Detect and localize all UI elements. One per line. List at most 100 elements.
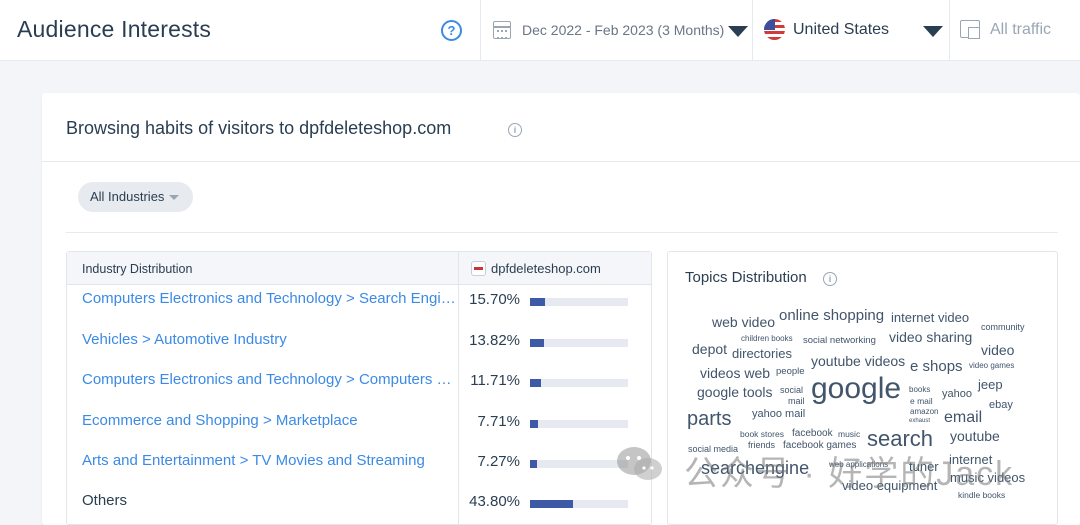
topic-word[interactable]: children books [741,335,793,343]
industry-link[interactable]: Arts and Entertainment > TV Movies and S… [82,452,456,469]
topic-word[interactable]: social networking [803,336,876,346]
industry-filter-label: All Industries [90,189,165,204]
industry-share: 7.27% [477,453,520,470]
topic-word[interactable]: youtube videos [811,354,905,368]
share-bar-fill [530,500,573,508]
topic-word[interactable]: videos web [700,366,770,380]
industry-filter-dropdown[interactable]: All Industries [78,182,193,212]
country-dropdown[interactable]: United States [752,0,949,61]
calendar-icon [493,21,511,39]
industry-share: 13.82% [469,332,520,349]
industry-share: 15.70% [469,291,520,308]
date-range-dropdown[interactable]: Dec 2022 - Feb 2023 (3 Months) [480,0,752,61]
topic-word[interactable]: web applications [829,461,888,469]
share-bar [530,460,628,468]
industry-distribution-table: Industry Distribution dpfdeleteshop.com … [66,251,652,525]
topic-word[interactable]: facebook [792,429,833,439]
traffic-dropdown[interactable]: All traffic [949,0,1080,61]
topic-word[interactable]: yahoo [942,389,972,400]
share-bar [530,379,628,387]
topic-word[interactable]: video games [969,362,1014,370]
share-bar [530,420,628,428]
topic-word[interactable]: internet video [891,311,969,324]
industry-link[interactable]: Vehicles > Automotive Industry [82,331,456,348]
traffic-value: All traffic [990,21,1052,38]
share-bar [530,339,628,347]
topic-word[interactable]: search [867,428,933,450]
topic-word[interactable]: web video [712,315,775,329]
topic-word[interactable]: video [981,343,1014,357]
industry-label: Others [82,492,128,509]
topic-word[interactable]: e shops [910,359,963,374]
chevron-down-icon [728,26,748,37]
share-bar-fill [530,339,544,347]
topic-word[interactable]: people [776,367,805,377]
table-row: Vehicles > Automotive Industry 13.82% [67,331,651,371]
topic-word[interactable]: internet [949,453,992,466]
topic-word[interactable]: video equipment [842,479,937,492]
topics-distribution-panel: Topics Distribution i web video online s… [667,251,1058,525]
topic-word[interactable]: yahoo mail [752,409,805,420]
industry-share: 43.80% [469,493,520,510]
topic-word[interactable]: exhaust [909,418,930,424]
topic-word[interactable]: online shopping [779,308,884,323]
site-favicon-icon [471,261,486,276]
topic-word[interactable]: music [838,430,860,439]
topic-word[interactable]: e mail [910,397,933,406]
topic-word[interactable]: community [981,323,1025,332]
traffic-source-icon [960,20,980,39]
page-title: Audience Interests [17,16,212,42]
share-bar-fill [530,420,538,428]
industry-link[interactable]: Ecommerce and Shopping > Marketplace [82,412,456,429]
topic-word[interactable]: depot [692,342,727,356]
topic-word[interactable]: searchengine [701,459,809,477]
help-icon[interactable]: ? [441,20,462,41]
share-bar-fill [530,460,538,468]
topic-word[interactable]: music videos [950,471,1025,484]
topic-word[interactable]: social [780,386,803,395]
divider [66,232,1058,233]
topics-title: Topics Distribution [685,269,807,286]
topic-word[interactable]: google [811,374,901,404]
share-bar-fill [530,298,546,306]
topic-word[interactable]: friends [748,441,775,450]
site-column-header: dpfdeleteshop.com [491,261,601,276]
us-flag-icon [764,19,785,40]
table-row: Others 43.80% [67,492,651,525]
share-bar-fill [530,379,542,387]
topic-word[interactable]: social media [688,445,738,454]
divider [42,161,1080,162]
industry-share: 7.71% [477,413,520,430]
table-header: Industry Distribution dpfdeleteshop.com [67,252,651,285]
industry-share: 11.71% [470,372,520,389]
topic-word[interactable]: books [909,386,930,394]
topic-word[interactable]: video sharing [889,330,972,344]
topic-word[interactable]: tuner [909,460,939,473]
top-bar: Audience Interests ? Dec 2022 - Feb 2023… [0,0,1080,61]
industry-link[interactable]: Computers Electronics and Technology > C… [82,371,456,388]
topic-word[interactable]: facebook games [783,441,856,451]
table-row: Arts and Entertainment > TV Movies and S… [67,452,651,492]
topic-word[interactable]: parts [687,409,731,429]
topic-word[interactable]: kindle books [958,491,1005,500]
topic-word[interactable]: ebay [989,400,1013,411]
topic-word[interactable]: mail [788,397,805,406]
topic-word[interactable]: book stores [740,430,784,439]
browsing-habits-card: Browsing habits of visitors to dpfdelete… [42,93,1080,525]
date-range-value: Dec 2022 - Feb 2023 (3 Months) [522,22,725,38]
share-bar [530,298,628,306]
chevron-down-icon [923,26,943,37]
chevron-down-icon [169,195,179,200]
info-icon[interactable]: i [508,123,522,137]
table-row: Computers Electronics and Technology > S… [67,290,651,330]
table-row: Ecommerce and Shopping > Marketplace 7.7… [67,412,651,452]
topic-word[interactable]: amazon [910,408,938,416]
industry-link[interactable]: Computers Electronics and Technology > S… [82,290,456,307]
topic-word[interactable]: directories [732,347,792,360]
topic-word[interactable]: email [944,410,982,426]
info-icon[interactable]: i [823,272,837,286]
topic-word[interactable]: google tools [697,385,773,399]
share-bar [530,500,628,508]
topic-word[interactable]: jeep [978,378,1003,391]
topic-word[interactable]: youtube [950,429,1000,443]
